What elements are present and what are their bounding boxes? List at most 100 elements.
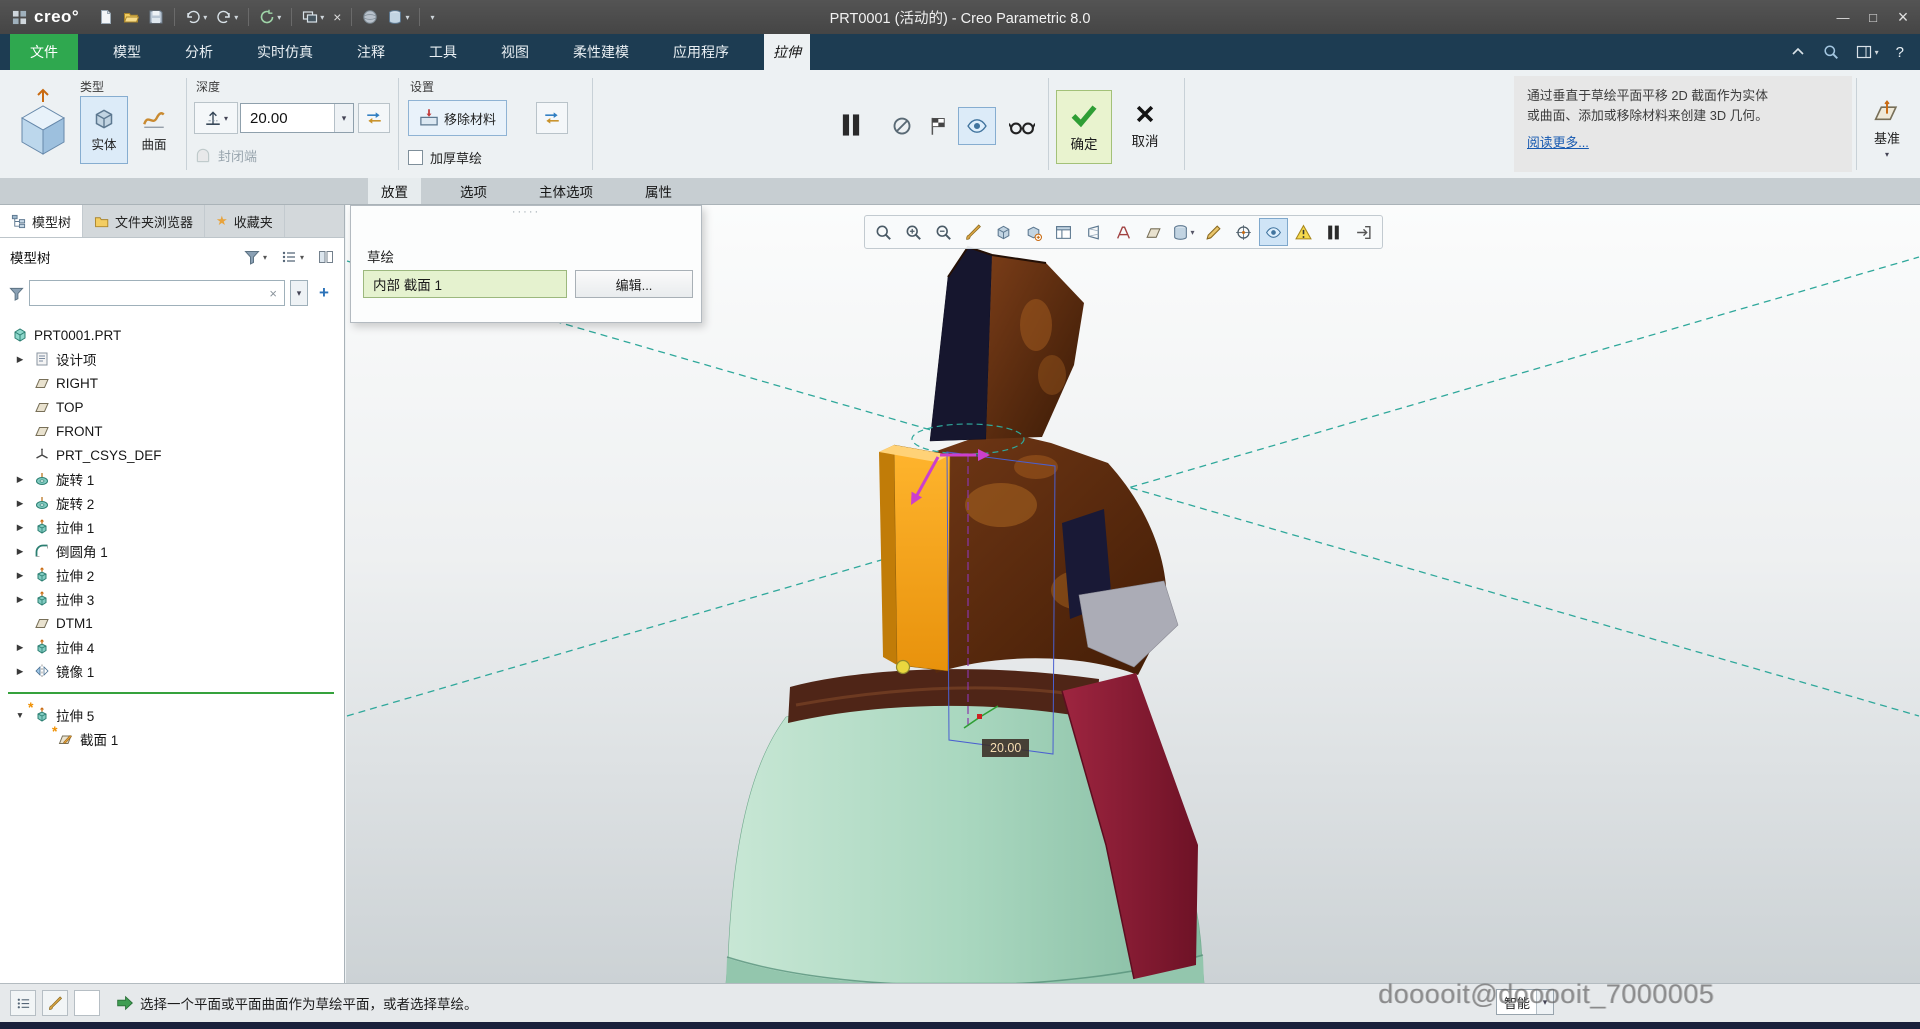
thicken-checkbox[interactable] bbox=[408, 150, 423, 165]
add-filter-button[interactable]: + bbox=[313, 280, 335, 306]
tree-item[interactable]: FRONT bbox=[0, 419, 344, 443]
tree-item[interactable]: ▶ 镜像 1 bbox=[0, 659, 344, 683]
no-preview-button[interactable] bbox=[886, 110, 918, 142]
ok-button[interactable]: 确定 bbox=[1056, 90, 1112, 164]
insertion-point-indicator[interactable] bbox=[8, 692, 334, 694]
show-datums-button[interactable] bbox=[1139, 218, 1168, 246]
chevron-down-icon[interactable]: ▾ bbox=[405, 13, 409, 22]
tab-tools[interactable]: 工具 bbox=[420, 34, 466, 70]
maximize-button[interactable]: □ bbox=[1858, 0, 1888, 34]
tab-folder-browser[interactable]: 文件夹浏览器 bbox=[83, 205, 206, 237]
chevron-down-icon[interactable]: ▾ bbox=[1885, 150, 1889, 159]
tree-filter-button[interactable]: ▾ bbox=[244, 249, 267, 265]
tab-placement[interactable]: 放置 bbox=[368, 178, 421, 204]
pause-feature-button[interactable] bbox=[828, 102, 874, 148]
tree-item[interactable]: DTM1 bbox=[0, 611, 344, 635]
tree-item[interactable]: ▶ 旋转 2 bbox=[0, 491, 344, 515]
depth-value[interactable]: 20.00 bbox=[241, 110, 334, 127]
cancel-button[interactable]: 取消 bbox=[1118, 90, 1172, 162]
depth-type-button[interactable]: ▾ bbox=[194, 102, 238, 134]
saved-orientations-button[interactable] bbox=[1019, 218, 1048, 246]
preview-geometry-button[interactable] bbox=[1002, 110, 1042, 142]
top-navy-surface[interactable] bbox=[929, 246, 993, 442]
expand-arrow-icon[interactable]: ▶ bbox=[12, 522, 28, 533]
tree-item-child[interactable]: * 截面 1 bbox=[0, 723, 344, 751]
tab-extrude-active[interactable]: 拉伸 bbox=[764, 34, 810, 70]
collapse-ribbon-icon[interactable] bbox=[1790, 44, 1806, 60]
expand-arrow-icon[interactable]: ▶ bbox=[12, 498, 28, 509]
tree-item[interactable]: TOP bbox=[0, 395, 344, 419]
minimize-button[interactable]: — bbox=[1828, 0, 1858, 34]
zoom-in-button[interactable] bbox=[899, 218, 928, 246]
perspective-button[interactable] bbox=[1079, 218, 1108, 246]
flip-depth-direction-button[interactable] bbox=[358, 103, 390, 133]
expand-arrow-icon[interactable]: ▶ bbox=[12, 642, 28, 653]
spin-center-button[interactable] bbox=[1229, 218, 1258, 246]
color-swatch-button[interactable] bbox=[74, 990, 100, 1016]
tab-favorites[interactable]: ★ 收藏夹 bbox=[205, 205, 285, 237]
expand-arrow-icon[interactable]: ▶ bbox=[12, 666, 28, 677]
chevron-down-icon[interactable]: ▾ bbox=[234, 13, 238, 22]
tab-analysis[interactable]: 分析 bbox=[176, 34, 222, 70]
tree-columns-button[interactable] bbox=[318, 249, 334, 265]
tab-options[interactable]: 选项 bbox=[447, 178, 500, 204]
model-display-button[interactable]: ▾ bbox=[384, 4, 412, 30]
clear-search-icon[interactable]: × bbox=[269, 286, 277, 301]
extrude-preview-face[interactable] bbox=[893, 444, 951, 672]
close-window-button[interactable]: × bbox=[330, 4, 344, 30]
flip-material-side-button[interactable] bbox=[536, 102, 568, 134]
tab-file[interactable]: 文件 bbox=[10, 34, 78, 70]
datum-display-filter-button[interactable]: ▾ bbox=[1169, 218, 1198, 246]
depth-drag-handle[interactable] bbox=[895, 659, 911, 675]
zoom-out-button[interactable] bbox=[929, 218, 958, 246]
selection-buffer-button[interactable] bbox=[10, 990, 36, 1016]
refit-button[interactable] bbox=[869, 218, 898, 246]
thicken-sketch-option[interactable]: 加厚草绘 bbox=[408, 148, 482, 167]
expand-arrow-icon[interactable]: ▶ bbox=[12, 546, 28, 557]
windows-button[interactable]: ▾ bbox=[299, 4, 327, 30]
remove-material-button[interactable]: 移除材料 bbox=[408, 100, 508, 136]
collapse-arrow-icon[interactable]: ▼ bbox=[12, 710, 28, 720]
render-sphere-button[interactable] bbox=[359, 4, 381, 30]
tree-item[interactable]: ▶ 倒圆角 1 bbox=[0, 539, 344, 563]
new-file-button[interactable] bbox=[95, 4, 117, 30]
view-manager-button[interactable] bbox=[1049, 218, 1078, 246]
tab-applications[interactable]: 应用程序 bbox=[664, 34, 738, 70]
customize-qat-button[interactable]: ▾ bbox=[427, 4, 437, 30]
tab-body-options[interactable]: 主体选项 bbox=[526, 178, 606, 204]
tree-item[interactable]: ▶ 拉伸 4 bbox=[0, 635, 344, 659]
suspend-button[interactable] bbox=[1319, 218, 1348, 246]
warnings-button[interactable] bbox=[1289, 218, 1318, 246]
tree-display-options-button[interactable]: ▾ bbox=[281, 249, 304, 265]
tab-model-tree[interactable]: 模型树 bbox=[0, 205, 84, 237]
redo-button[interactable]: ▾ bbox=[213, 4, 241, 30]
expand-arrow-icon[interactable]: ▶ bbox=[12, 594, 28, 605]
tree-item[interactable]: ▶ 拉伸 1 bbox=[0, 515, 344, 539]
depth-dropdown-button[interactable]: ▾ bbox=[334, 104, 353, 132]
close-button[interactable]: × bbox=[1888, 0, 1918, 34]
read-more-link[interactable]: 阅读更多... bbox=[1527, 133, 1589, 153]
solid-type-button[interactable]: 实体 bbox=[80, 96, 128, 164]
surface-type-button[interactable]: 曲面 bbox=[130, 96, 178, 164]
tree-item[interactable]: RIGHT bbox=[0, 371, 344, 395]
sketch-orientation-button[interactable] bbox=[1199, 218, 1228, 246]
expand-arrow-icon[interactable]: ▶ bbox=[12, 474, 28, 485]
open-file-button[interactable] bbox=[120, 4, 142, 30]
tab-model[interactable]: 模型 bbox=[104, 34, 150, 70]
regenerate-button[interactable]: ▾ bbox=[256, 4, 284, 30]
graphics-area[interactable]: ▾ ····· 草绘 内部 截面 1 编辑... 20.00 bbox=[346, 205, 1920, 983]
repaint-button[interactable] bbox=[959, 218, 988, 246]
sketch-collector-field[interactable]: 内部 截面 1 bbox=[363, 270, 567, 298]
tree-item[interactable]: ▶ 设计项 bbox=[0, 347, 344, 371]
tree-item[interactable]: ▶ 拉伸 2 bbox=[0, 563, 344, 587]
annotations-button[interactable] bbox=[1109, 218, 1138, 246]
tab-flexible-modeling[interactable]: 柔性建模 bbox=[564, 34, 638, 70]
tab-view[interactable]: 视图 bbox=[492, 34, 538, 70]
expand-arrow-icon[interactable]: ▶ bbox=[12, 570, 28, 581]
tree-item[interactable]: PRT_CSYS_DEF bbox=[0, 443, 344, 467]
save-button[interactable] bbox=[145, 4, 167, 30]
edit-sketch-button[interactable]: 编辑... bbox=[575, 270, 693, 298]
datum-button[interactable]: 基准 ▾ bbox=[1862, 88, 1912, 170]
panel-drag-handle[interactable]: ····· bbox=[351, 206, 701, 218]
chevron-down-icon[interactable]: ▾ bbox=[320, 13, 324, 22]
